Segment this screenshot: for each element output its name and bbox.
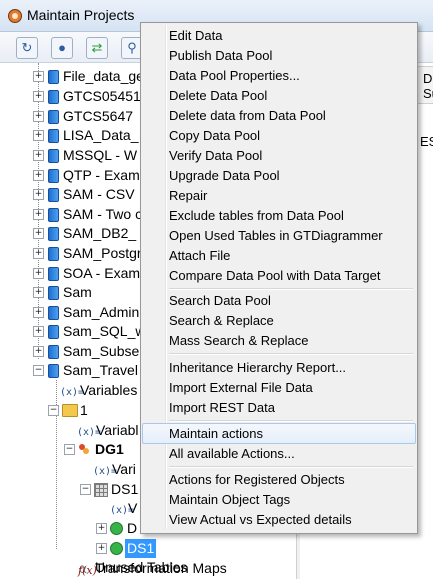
tree-item-label: Sam_SQL_w: [63, 323, 146, 339]
expand-icon[interactable]: +: [33, 228, 44, 239]
menu-item-mass-search-replace[interactable]: Mass Search & Replace: [143, 331, 415, 350]
expand-icon[interactable]: +: [33, 71, 44, 82]
menu-item-open-used-tables[interactable]: Open Used Tables in GTDiagrammer: [143, 226, 415, 245]
tree-item-label: SAM - CSV: [63, 186, 135, 202]
sync-icon[interactable]: ⇄: [86, 37, 108, 59]
tree-item-label: GTCS5647: [63, 108, 134, 124]
tree-item-label: GTCS05451: [63, 88, 141, 104]
tree-item-label: SAM - Two c: [63, 206, 143, 222]
tree-item-label: Sam: [63, 284, 92, 300]
data-pool-icon: [48, 325, 59, 339]
data-pool-icon: [48, 110, 59, 124]
menu-item-search-replace[interactable]: Search & Replace: [143, 311, 415, 330]
tree-item-label: MSSQL - W: [63, 147, 138, 163]
menu-separator: [169, 466, 413, 468]
menu-item-all-available-actions[interactable]: All available Actions...: [143, 444, 415, 463]
data-pool-icon: [48, 188, 59, 202]
data-pool-icon: [48, 286, 59, 300]
data-pool-icon: [48, 267, 59, 281]
menu-item-search-data-pool[interactable]: Search Data Pool: [143, 291, 415, 310]
menu-item-maintain-actions[interactable]: Maintain actions: [142, 423, 416, 444]
tree-item-label: Transformation Maps: [95, 560, 227, 576]
menu-item-exclude-tables[interactable]: Exclude tables from Data Pool: [143, 206, 415, 225]
menu-item-maintain-object-tags[interactable]: Maintain Object Tags: [143, 490, 415, 509]
menu-item-edit-data[interactable]: Edit Data: [143, 26, 415, 45]
expand-icon[interactable]: +: [33, 307, 44, 318]
header-text-1: Da: [423, 71, 433, 86]
data-pool-icon: [48, 90, 59, 104]
tree-item-label: SAM_Postgr: [63, 245, 142, 261]
expand-icon[interactable]: +: [33, 209, 44, 220]
expand-icon[interactable]: +: [33, 130, 44, 141]
menu-item-import-rest-data[interactable]: Import REST Data: [143, 398, 415, 417]
lightbulb-icon[interactable]: ●: [51, 37, 73, 59]
expand-icon[interactable]: +: [33, 111, 44, 122]
expand-icon[interactable]: +: [33, 248, 44, 259]
expand-icon[interactable]: +: [33, 268, 44, 279]
menu-item-publish-data-pool[interactable]: Publish Data Pool: [143, 46, 415, 65]
menu-item-actions-registered-objects[interactable]: Actions for Registered Objects: [143, 470, 415, 489]
menu-separator: [169, 420, 413, 422]
tree-item-label: SAM_DB2_: [63, 225, 137, 241]
menu-item-copy-data-pool[interactable]: Copy Data Pool: [143, 126, 415, 145]
menu-item-import-external-file[interactable]: Import External File Data: [143, 378, 415, 397]
data-pool-icon: [48, 129, 59, 143]
expand-icon[interactable]: +: [33, 326, 44, 337]
details-text: ES: [420, 134, 433, 149]
data-pool-icon: [48, 247, 59, 261]
tree-item-transformation-maps[interactable]: f(x) Transformation Maps: [0, 559, 296, 578]
menu-separator: [169, 288, 413, 290]
context-menu: Edit Data Publish Data Pool Data Pool Pr…: [140, 22, 418, 534]
window-title: Maintain Projects: [27, 7, 135, 23]
header-text-2: Su: [423, 86, 433, 101]
tree-item-label: LISA_Data_: [63, 127, 139, 143]
data-pool-icon: [48, 70, 59, 84]
menu-item-attach-file[interactable]: Attach File: [143, 246, 415, 265]
data-pool-icon: [48, 345, 59, 359]
data-pool-icon: [48, 208, 59, 222]
data-pool-icon: [48, 227, 59, 241]
expand-icon[interactable]: +: [33, 287, 44, 298]
menu-item-repair[interactable]: Repair: [143, 186, 415, 205]
menu-item-compare-data-pool[interactable]: Compare Data Pool with Data Target: [143, 266, 415, 285]
expand-icon[interactable]: +: [33, 346, 44, 357]
data-pool-icon: [48, 149, 59, 163]
expand-icon[interactable]: +: [33, 189, 44, 200]
menu-separator: [169, 353, 413, 355]
menu-item-inheritance-report[interactable]: Inheritance Hierarchy Report...: [143, 358, 415, 377]
tree-item-label: File_data_ge: [63, 68, 144, 84]
refresh-icon[interactable]: ↻: [16, 37, 38, 59]
tree-item-label: Sam_Admin: [63, 304, 140, 320]
menu-item-verify-data-pool[interactable]: Verify Data Pool: [143, 146, 415, 165]
menu-item-view-actual-vs-expected[interactable]: View Actual vs Expected details: [143, 510, 415, 529]
tree-item-label: QTP - Exam: [63, 167, 140, 183]
menu-item-delete-data-pool[interactable]: Delete Data Pool: [143, 86, 415, 105]
expand-icon[interactable]: +: [33, 150, 44, 161]
expand-icon[interactable]: +: [33, 170, 44, 181]
menu-item-data-pool-properties[interactable]: Data Pool Properties...: [143, 66, 415, 85]
expand-icon[interactable]: +: [33, 91, 44, 102]
data-pool-icon: [48, 306, 59, 320]
data-pool-icon: [48, 169, 59, 183]
tree-item-label: SOA - Exam: [63, 265, 141, 281]
app-icon: [8, 9, 22, 23]
tree-guide: [56, 368, 57, 549]
menu-item-upgrade-data-pool[interactable]: Upgrade Data Pool: [143, 166, 415, 185]
tree-item-label: Sam_Subse: [63, 343, 140, 359]
menu-item-delete-data[interactable]: Delete data from Data Pool: [143, 106, 415, 125]
